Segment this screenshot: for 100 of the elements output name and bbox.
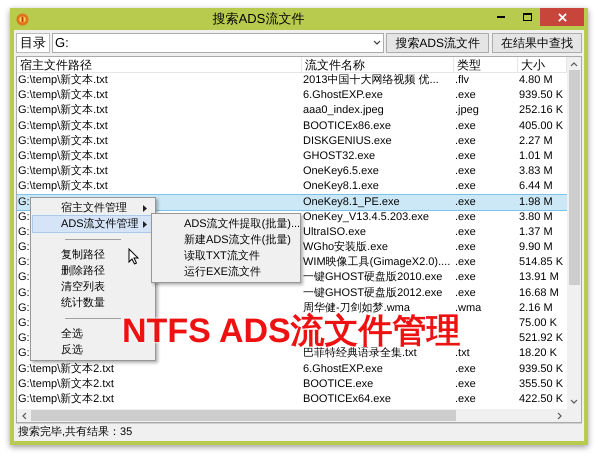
table-cell: G:\temp\新文本2.txt <box>18 392 114 405</box>
table-cell: G: <box>18 241 30 254</box>
column-header[interactable]: 宿主文件路径 <box>17 57 302 72</box>
window-title: 搜索ADS流文件 <box>212 10 304 28</box>
table-cell: G: <box>18 256 30 268</box>
table-cell: G: <box>18 196 30 208</box>
table-cell: .exe <box>455 210 476 223</box>
submenu-arrow-icon <box>143 204 147 212</box>
table-cell: .exe <box>455 89 476 102</box>
table-cell: .txt <box>455 347 470 360</box>
menu-item[interactable]: ADS流文件提取(批量)... <box>152 216 300 232</box>
table-cell: 18.20 K <box>519 347 557 360</box>
table-cell: 1.37 M <box>519 226 553 238</box>
table-cell: G: <box>18 286 30 299</box>
table-cell: BOOTICEx86.exe <box>303 120 392 132</box>
table-cell: G: <box>18 302 30 314</box>
table-cell: G: <box>18 317 30 329</box>
table-cell: 一键GHOST硬盘版2010.exe <box>303 271 442 284</box>
table-cell: 一键GHOST硬盘版2012.exe <box>303 286 442 299</box>
status-text: 搜索完毕,共有结果：35 <box>17 424 132 440</box>
table-cell: aaa0_index.jpeg <box>303 104 384 116</box>
chevron-down-icon[interactable] <box>373 40 382 46</box>
table-cell: 2.27 M <box>519 134 553 147</box>
table-cell: OneKey8.1_PE.exe <box>303 196 400 208</box>
table-cell: .exe <box>455 180 476 192</box>
table-cell: .exe <box>455 271 476 284</box>
table-cell: G:\temp\新文本.txt <box>18 150 108 162</box>
table-cell: 9.90 M <box>519 241 553 254</box>
table-cell: 252.16 K <box>519 104 564 116</box>
table-cell: G:\temp\新文本.txt <box>18 89 108 102</box>
toolbar-button[interactable]: 搜索ADS流文件 <box>386 33 489 53</box>
table-cell: .exe <box>455 241 476 254</box>
table-cell: 4.80 M <box>519 74 553 86</box>
table-cell: G: <box>18 347 30 360</box>
table-cell: G:\temp\新文本.txt <box>18 165 108 178</box>
scroll-up-icon[interactable] <box>570 61 578 67</box>
directory-label: 目录 <box>16 33 50 53</box>
menu-item[interactable]: ADS流文件管理 <box>33 216 153 232</box>
table-cell: 2013中国十大网络视频 优... <box>303 74 439 86</box>
table-cell: .exe <box>455 134 476 147</box>
table-cell: 75.00 K <box>519 317 557 329</box>
table-cell: G:\temp\新文本2.txt <box>18 362 114 375</box>
close-icon[interactable] <box>558 12 566 22</box>
table-cell: .exe <box>455 120 476 132</box>
table-cell: G:\temp\新文本.txt <box>18 120 108 132</box>
table-cell: 3.83 M <box>519 165 553 178</box>
table-cell: G: <box>18 210 30 223</box>
table-cell: BOOTICEx64.exe <box>303 392 392 405</box>
menu-item[interactable]: 清空列表 <box>33 279 153 295</box>
table-cell: 13.91 M <box>519 271 559 284</box>
menu-item[interactable]: 统计数量 <box>33 295 153 311</box>
table-cell: .exe <box>455 226 476 238</box>
table-cell: G:\temp\新文本.txt <box>18 134 108 147</box>
table-cell: BOOTICE.exe <box>303 378 374 390</box>
table-cell: G:\temp\新文本2.txt <box>18 378 114 390</box>
table-cell: OneKey6.5.exe <box>303 165 379 178</box>
vertical-scrollbar[interactable] <box>567 57 581 409</box>
table-cell: 422.50 K <box>519 392 564 405</box>
toolbar-button[interactable]: 在结果中查找 <box>492 33 582 53</box>
table-cell: 514.85 K <box>519 256 564 268</box>
app-icon <box>16 12 29 26</box>
column-header[interactable]: 流文件名称 <box>302 57 454 72</box>
table-cell: .exe <box>455 286 476 299</box>
table-cell: 周华健-刀剑如梦.wma <box>303 302 410 314</box>
table-cell: OneKey_V13.4.5.203.exe <box>303 210 429 223</box>
scroll-right-icon[interactable] <box>557 412 563 420</box>
table-cell: 1.01 M <box>519 150 553 162</box>
close-button[interactable] <box>540 8 584 26</box>
table-cell: .flv <box>455 74 470 86</box>
table-cell: WIM映像工具(GimageX2.0).... <box>303 256 450 268</box>
scroll-left-icon[interactable] <box>21 412 27 420</box>
table-cell: .jpeg <box>455 104 479 116</box>
directory-dropdown[interactable]: G: <box>52 33 384 53</box>
table-cell: .exe <box>455 362 476 375</box>
table-cell: .exe <box>455 196 476 208</box>
table-cell: 405.00 K <box>519 120 564 132</box>
table-cell: 939.50 K <box>519 89 564 102</box>
menu-item[interactable]: 新建ADS流文件(批量) <box>152 232 300 248</box>
table-cell: 巴菲特经典语录全集.txt <box>303 347 417 360</box>
table-cell: GHOST32.exe <box>303 150 376 162</box>
table-cell: 2.16 M <box>519 302 553 314</box>
table-cell: .exe <box>455 150 476 162</box>
menu-item[interactable]: 读取TXT流文件 <box>152 248 300 264</box>
table-cell: UltraISO.exe <box>303 226 366 238</box>
table-cell: WGho安装版.exe <box>303 241 388 254</box>
table-cell: 6.44 M <box>519 180 553 192</box>
menu-item[interactable]: 运行EXE流文件 <box>152 264 300 280</box>
table-cell: G:\temp\新文本.txt <box>18 104 108 116</box>
table-cell: DISKGENIUS.exe <box>303 134 392 147</box>
table-cell: .wma <box>455 302 482 314</box>
menu-item[interactable]: 复制路径 <box>33 247 153 263</box>
menu-item[interactable]: 删除路径 <box>33 263 153 279</box>
table-cell: 939.50 K <box>519 362 564 375</box>
horizontal-scrollbar[interactable] <box>17 409 581 422</box>
table-cell: .exe <box>455 378 476 390</box>
scroll-down-icon[interactable] <box>570 399 578 405</box>
mouse-cursor-icon <box>128 248 139 265</box>
column-header[interactable]: 类型 <box>454 57 518 72</box>
table-cell: G: <box>18 271 30 284</box>
table-cell: G: <box>18 332 30 344</box>
